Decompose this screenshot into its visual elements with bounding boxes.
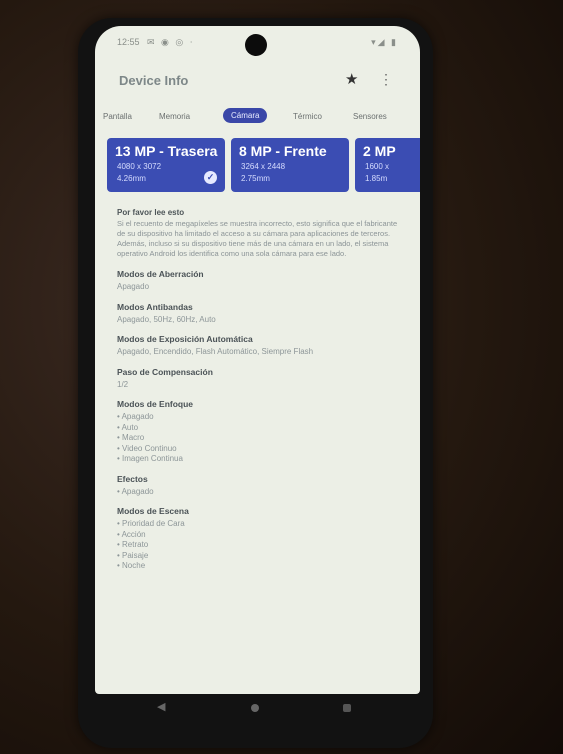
section-value: Apagado	[117, 282, 150, 291]
camera-card-resolution: 1600 x	[365, 162, 390, 171]
camera-card-rear[interactable]: 13 MP - Trasera 4080 x 3072 4.26mm ✓	[107, 138, 225, 192]
section-title: Efectos	[117, 473, 148, 484]
section-title: Modos Antibandas	[117, 301, 193, 312]
section-title: Modos de Exposición Automática	[117, 334, 253, 344]
section-effects: Efectos • Apagado	[117, 474, 407, 498]
app-title: Device Info	[119, 73, 189, 88]
app-bar: Device Info ★ ⋮	[95, 66, 420, 96]
notification-icons: ✉ ◉ ◎ ⋅	[147, 37, 195, 47]
note-title: Por favor lee esto	[117, 208, 185, 217]
section-value: Apagado, 50Hz, 60Hz, Auto	[117, 314, 216, 324]
section-focus-modes: Modos de Enfoque • Apagado • Auto • Macr…	[117, 399, 407, 465]
camera-details: Por favor lee esto Si el recuento de meg…	[117, 208, 407, 581]
camera-cards: 13 MP - Trasera 4080 x 3072 4.26mm ✓ 8 M…	[95, 138, 420, 196]
camera-card-front[interactable]: 8 MP - Frente 3264 x 2448 2.75mm	[231, 138, 349, 192]
camera-card-pixel-size: 1.85m	[365, 174, 388, 183]
check-icon: ✓	[204, 171, 217, 184]
home-icon[interactable]	[251, 704, 259, 712]
camera-card-title: 13 MP - Trasera	[115, 143, 218, 159]
screen: 12:55 ✉ ◉ ◎ ⋅ ▾◢ ▮ Device Info ★ ⋮ Panta…	[95, 26, 420, 694]
tab-sensores[interactable]: Sensores	[353, 112, 387, 121]
section-title: Modos de Enfoque	[117, 399, 194, 409]
more-options-icon[interactable]: ⋮	[379, 71, 393, 88]
system-nav-bar: ◀	[95, 694, 420, 722]
camera-card-title: 8 MP - Frente	[239, 143, 327, 159]
tab-pantalla[interactable]: Pantalla	[103, 112, 132, 121]
tab-camara[interactable]: Cámara	[223, 108, 268, 123]
section-title: Modos de Escena	[117, 506, 189, 516]
camera-card-pixel-size: 4.26mm	[117, 174, 146, 183]
section-aberration: Modos de Aberración Apagado	[117, 269, 407, 293]
camera-card-resolution: 3264 x 2448	[241, 162, 286, 171]
section-auto-exposure: Modos de Exposición Automática Apagado, …	[117, 334, 407, 358]
back-icon[interactable]: ◀	[157, 700, 165, 713]
tab-memoria[interactable]: Memoria	[159, 112, 190, 121]
section-value: • Prioridad de Cara • Acción • Retrato •…	[117, 519, 185, 570]
section-title: Paso de Compensación	[117, 366, 213, 377]
camera-card-title: 2 MP	[363, 143, 396, 159]
section-title: Modos de Aberración	[117, 269, 204, 279]
section-compensation-step: Paso de Compensación 1/2	[117, 367, 407, 391]
status-bar: 12:55 ✉ ◉ ◎ ⋅ ▾◢ ▮	[95, 34, 420, 54]
note-body: Si el recuento de megapíxeles se muestra…	[117, 219, 398, 258]
section-scene-modes: Modos de Escena • Prioridad de Cara • Ac…	[117, 506, 407, 572]
section-value: 1/2	[117, 379, 129, 389]
camera-card-resolution: 4080 x 3072	[117, 162, 162, 171]
signal-battery-icons: ▾◢ ▮	[371, 37, 398, 47]
camera-card-third[interactable]: 2 MP 1600 x 1.85m	[355, 138, 420, 192]
camera-card-pixel-size: 2.75mm	[241, 174, 270, 183]
section-value: • Apagado • Auto • Macro • Video Continu…	[117, 412, 183, 463]
star-icon[interactable]: ★	[345, 70, 358, 88]
status-time: 12:55	[117, 37, 140, 47]
section-value: • Apagado	[117, 486, 154, 496]
tab-termico[interactable]: Térmico	[293, 112, 322, 121]
section-antibanding: Modos Antibandas Apagado, 50Hz, 60Hz, Au…	[117, 302, 407, 326]
recents-icon[interactable]	[343, 704, 351, 712]
tab-bar: Pantalla Memoria Cámara Térmico Sensores	[95, 108, 420, 132]
section-value: Apagado, Encendido, Flash Automático, Si…	[117, 347, 314, 356]
